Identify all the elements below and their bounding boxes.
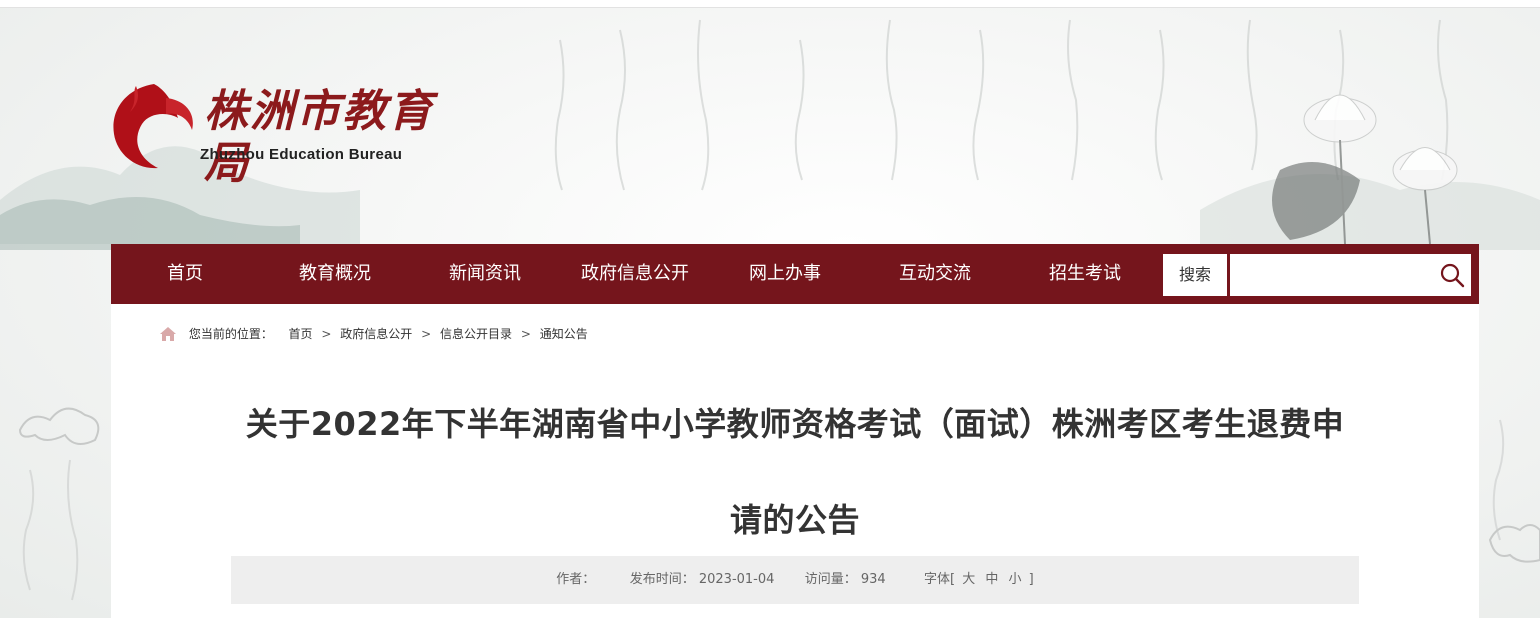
article-title-line-1: 关于2022年下半年湖南省中小学教师资格考试（面试）株洲考区考生退费申 [245,405,1345,443]
publish-date-label: 发布时间： [629,572,695,587]
breadcrumb-link-catalog[interactable]: 信息公开目录 [440,324,512,344]
article-title-line-2: 请的公告 [729,501,860,539]
search-label: 搜索 [1163,254,1227,296]
nav-item-home[interactable]: 首页 [125,244,245,304]
article-meta: 作者： 发布时间： 2023-01-04 访问量： 934 字体[ 大 中 小 … [231,556,1359,604]
search-box [1230,254,1471,296]
font-size-label: 字体[ [923,572,956,587]
nav-item-admissions[interactable]: 招生考试 [1025,244,1145,304]
breadcrumb-link-gov-info[interactable]: 政府信息公开 [340,324,412,344]
search-input[interactable] [1238,260,1434,290]
content-panel: 您当前的位置： 首页 > 政府信息公开 > 信息公开目录 > 通知公告 关于20… [111,304,1479,618]
search-icon[interactable] [1439,262,1465,288]
author-label: 作者： [556,572,596,587]
font-size-large[interactable]: 大 [962,556,975,604]
article-title: 关于2022年下半年湖南省中小学教师资格考试（面试）株洲考区考生退费申 请的公告 [221,376,1369,568]
font-size-medium[interactable]: 中 [985,556,998,604]
font-size-small[interactable]: 小 [1009,556,1022,604]
logo-english-name: Zhuzhou Education Bureau [200,146,403,163]
nav-item-online-service[interactable]: 网上办事 [725,244,845,304]
logo-chinese-name: 株洲市教育局 [204,86,434,189]
font-size-close: ] [1028,572,1034,587]
views-value: 934 [860,572,886,587]
breadcrumb-prefix: 您当前的位置： [188,327,273,341]
breadcrumb: 您当前的位置： 首页 > 政府信息公开 > 信息公开目录 > 通知公告 [159,324,588,344]
breadcrumb-separator: > [421,327,432,341]
site-logo[interactable]: 株洲市教育局 Zhuzhou Education Bureau [108,78,448,189]
breadcrumb-separator: > [520,327,531,341]
breadcrumb-separator: > [321,327,332,341]
nav-item-overview[interactable]: 教育概况 [275,244,395,304]
views-label: 访问量： [804,572,857,587]
breadcrumb-link-notices[interactable]: 通知公告 [540,324,588,344]
nav-item-interaction[interactable]: 互动交流 [875,244,995,304]
main-nav: 首页 教育概况 新闻资讯 政府信息公开 网上办事 互动交流 招生考试 搜索 [111,244,1479,304]
nav-item-gov-info[interactable]: 政府信息公开 [565,244,705,304]
publish-date-value: 2023-01-04 [698,572,775,587]
home-icon [160,327,176,341]
nav-item-news[interactable]: 新闻资讯 [425,244,545,304]
flame-logo-icon [113,84,193,169]
breadcrumb-link-home[interactable]: 首页 [289,324,313,344]
